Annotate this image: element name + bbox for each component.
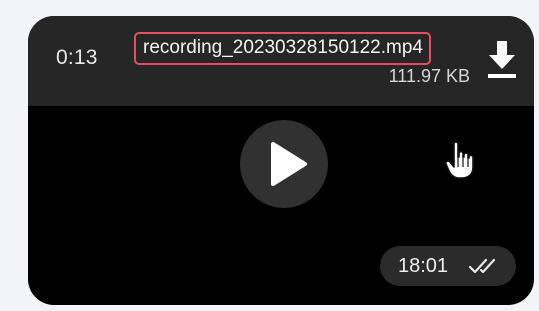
download-icon: [488, 41, 516, 78]
play-button[interactable]: [240, 120, 328, 208]
hand-pointer-icon: [445, 141, 474, 179]
video-duration: 0:13: [56, 46, 98, 69]
double-check-icon: [468, 258, 496, 274]
file-size: 111.97 KB: [388, 66, 470, 86]
video-info-header: 0:13 recording_20230328150122.mp4 111.97…: [28, 16, 534, 106]
sent-time: 18:01: [398, 255, 449, 277]
file-name: recording_20230328150122.mp4: [134, 32, 431, 65]
play-icon: [271, 142, 307, 186]
message-time-badge: 18:01: [380, 246, 516, 286]
video-message-card[interactable]: 0:13 recording_20230328150122.mp4 111.97…: [28, 16, 534, 305]
download-button[interactable]: [484, 38, 520, 84]
